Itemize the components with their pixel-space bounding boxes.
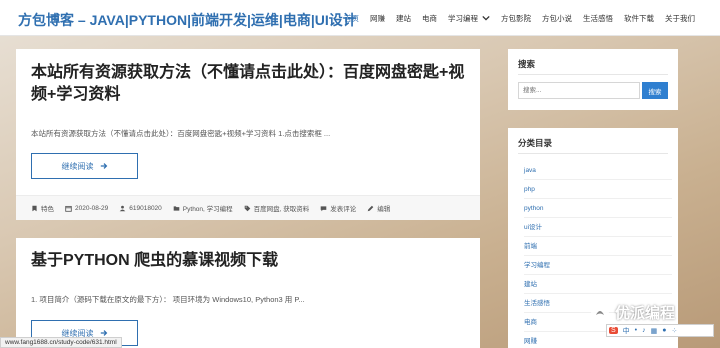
meta-comments-label: 发表评论 — [330, 206, 357, 213]
nav-item-label: 建站 — [396, 13, 411, 23]
status-bar-url: www.fang1688.cn/study-code/631.html — [0, 337, 122, 348]
chevron-down-icon — [482, 15, 490, 21]
nav-item-label: 首页 — [344, 13, 359, 23]
meta-edit-label: 编辑 — [377, 206, 391, 213]
post-meta: 特色 2020-08-29 619018020 Python, 学习编程 百度网… — [16, 195, 480, 220]
ime-logo-icon[interactable]: S — [609, 327, 618, 334]
bookmark-icon — [32, 205, 37, 211]
folder-icon — [173, 205, 180, 211]
post-excerpt: 本站所有资源获取方法（不懂请点击此处）：百度网盘密匙+视频+学习资料 1.点击搜… — [31, 129, 331, 138]
nav-item-novel[interactable]: 方包小说 — [542, 13, 572, 24]
mic-icon[interactable]: ♪ — [642, 327, 646, 334]
arrow-right-icon — [100, 163, 107, 169]
meta-sticky: 特色 — [31, 203, 54, 213]
meta-sticky-label: 特色 — [41, 206, 54, 213]
ime-toolbar: S 中 • ♪ ▦ ● ⁘ — [606, 324, 714, 337]
divider — [518, 153, 668, 154]
nav-item-label: 方包影院 — [501, 13, 531, 23]
read-more-button[interactable]: 继续阅读 — [31, 153, 138, 179]
user-icon — [119, 205, 126, 211]
category-item[interactable]: 学习编程 — [524, 256, 672, 275]
nav-item-jianzhan[interactable]: 建站 — [396, 13, 411, 24]
nav-item-cinema[interactable]: 方包影院 — [501, 13, 531, 24]
category-item[interactable]: java — [524, 161, 672, 180]
meta-tags[interactable]: 百度网盘, 获取资料 — [244, 203, 310, 213]
watermark-text: 优派编程 — [615, 305, 676, 322]
meta-edit[interactable]: 编辑 — [367, 203, 390, 213]
nav-item-label: 关于我们 — [665, 13, 695, 23]
meta-comments[interactable]: 发表评论 — [320, 203, 356, 213]
grid-icon[interactable]: ⁘ — [671, 327, 677, 335]
meta-categories-label: Python, 学习编程 — [182, 206, 233, 213]
meta-tags-label: 百度网盘, 获取资料 — [253, 206, 310, 213]
search-widget: 搜索 搜索 — [508, 49, 678, 110]
category-item[interactable]: python — [524, 199, 672, 218]
meta-author-label: 619018020 — [129, 204, 162, 212]
read-more-label: 继续阅读 — [61, 161, 94, 171]
widget-title: 搜索 — [518, 59, 536, 69]
nav-item-programming[interactable]: 学习编程 — [448, 13, 490, 24]
meta-author[interactable]: 619018020 — [119, 205, 162, 212]
calendar-icon — [65, 205, 72, 212]
nav-item-label: 生活感悟 — [583, 13, 613, 23]
pencil-icon — [367, 205, 374, 211]
search-button[interactable]: 搜索 — [642, 82, 668, 99]
meta-categories[interactable]: Python, 学习编程 — [173, 203, 233, 213]
search-input[interactable] — [518, 82, 640, 99]
comment-icon — [320, 205, 327, 211]
user-icon[interactable]: ● — [662, 327, 666, 334]
post-card: 本站所有资源获取方法（不懂请点击此处）：百度网盘密匙+视频+学习资料 本站所有资… — [16, 49, 480, 220]
nav-item-label: 软件下载 — [624, 13, 654, 23]
nav-item-wangzhuan[interactable]: 网赚 — [370, 13, 385, 24]
top-header: 方包博客 – JAVA|PYTHON|前端开发|运维|电商|UI设计 首页 网赚… — [0, 0, 720, 36]
meta-date[interactable]: 2020-08-29 — [65, 205, 108, 212]
category-item[interactable]: ui设计 — [524, 218, 672, 237]
nav-item-about[interactable]: 关于我们 — [665, 13, 695, 24]
divider — [518, 74, 668, 75]
ime-mode-toggle[interactable]: 中 — [623, 326, 630, 336]
nav-item-label: 学习编程 — [448, 13, 478, 23]
post-title[interactable]: 基于PYTHON 爬虫的慕课视频下载 — [31, 250, 476, 272]
site-title[interactable]: 方包博客 – JAVA|PYTHON|前端开发|运维|电商|UI设计 — [18, 10, 357, 30]
meta-date-label: 2020-08-29 — [75, 204, 109, 212]
wechat-logo-icon — [591, 303, 609, 322]
category-item[interactable]: 前端 — [524, 237, 672, 256]
nav-item-life[interactable]: 生活感悟 — [583, 13, 613, 24]
widget-title: 分类目录 — [518, 138, 553, 148]
main-nav: 首页 网赚 建站 电商 学习编程 方包影院 方包小说 生活感悟 软件下载 关于我… — [344, 0, 706, 36]
category-item[interactable]: php — [524, 180, 672, 199]
post-excerpt: 1. 项目简介（源码下载在原文的最下方）： 项目环境为 Windows10, P… — [31, 295, 305, 304]
nav-item-dianshang[interactable]: 电商 — [422, 13, 437, 24]
tag-icon — [244, 205, 250, 211]
nav-item-home[interactable]: 首页 — [344, 13, 359, 24]
nav-item-label: 网赚 — [370, 13, 385, 23]
arrow-right-icon — [100, 330, 107, 336]
nav-item-software[interactable]: 软件下载 — [624, 13, 654, 24]
watermark: 优派编程 — [590, 302, 675, 323]
ime-punct-icon[interactable]: • — [635, 327, 637, 334]
nav-item-label: 电商 — [422, 13, 437, 23]
keyboard-icon[interactable]: ▦ — [651, 327, 658, 335]
nav-item-label: 方包小说 — [542, 13, 572, 23]
post-card: 基于PYTHON 爬虫的慕课视频下载 1. 项目简介（源码下载在原文的最下方）：… — [16, 238, 480, 348]
post-title[interactable]: 本站所有资源获取方法（不懂请点击此处）：百度网盘密匙+视频+学习资料 — [31, 62, 476, 106]
category-item[interactable]: 建站 — [524, 275, 672, 294]
